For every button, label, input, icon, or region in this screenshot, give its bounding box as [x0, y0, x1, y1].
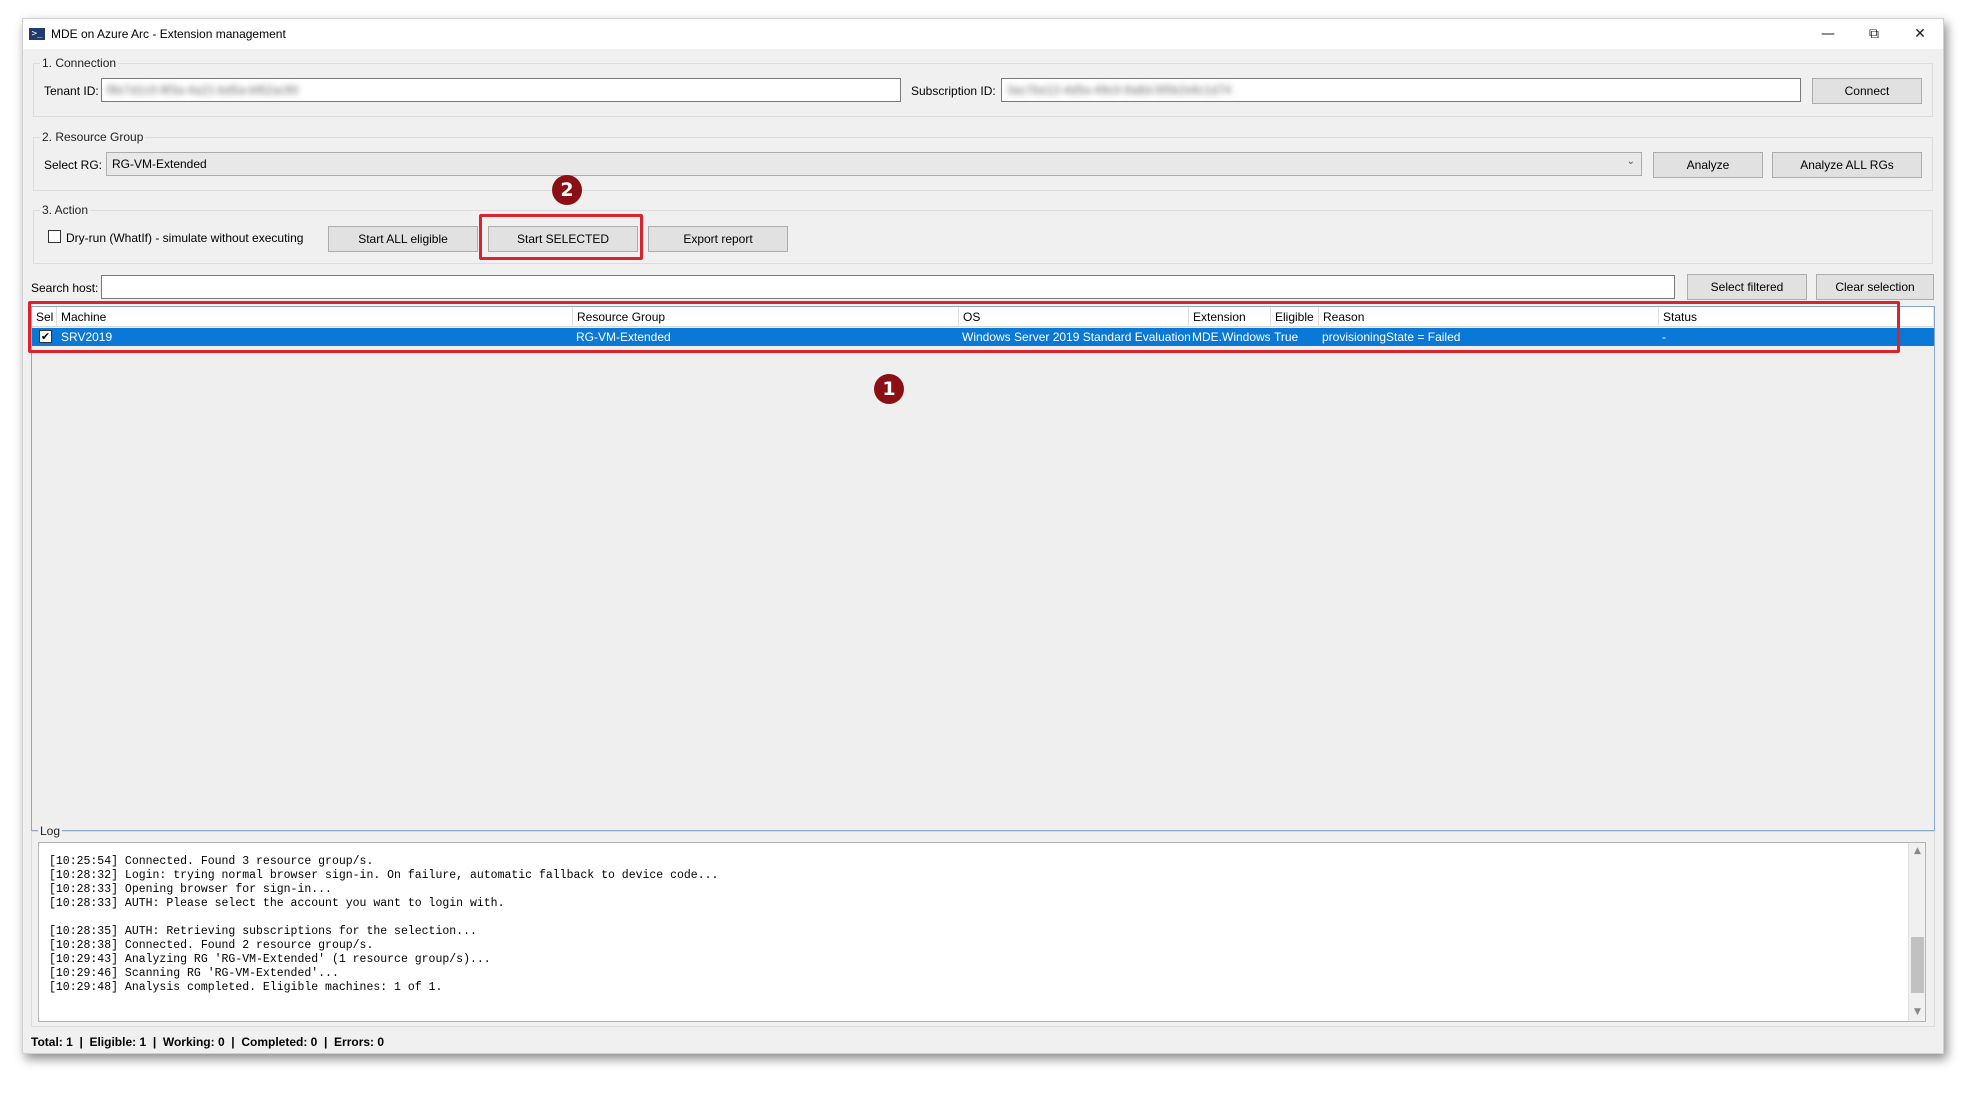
- tenant-id-field[interactable]: f8e7d1c0-9f3a-4a21-bd5a-bf62ac90: [101, 78, 901, 102]
- dryrun-label: Dry-run (WhatIf) - simulate without exec…: [66, 231, 304, 245]
- annotation-badge-2: 2: [552, 175, 582, 205]
- select-rg-label: Select RG:: [44, 158, 103, 172]
- log-line: [10:28:32] Login: trying normal browser …: [49, 869, 719, 882]
- connection-group-label: 1. Connection: [40, 56, 119, 70]
- search-host-input[interactable]: [101, 275, 1675, 299]
- highlight-grid-row: [28, 301, 1900, 353]
- log-line: [10:25:54] Connected. Found 3 resource g…: [49, 855, 374, 868]
- start-all-eligible-button[interactable]: Start ALL eligible: [328, 226, 478, 252]
- tenant-id-value: f8e7d1c0-9f3a-4a21-bd5a-bf62ac90: [107, 83, 299, 97]
- connect-button[interactable]: Connect: [1812, 78, 1922, 104]
- restore-icon[interactable]: ⧉: [1851, 19, 1897, 49]
- analyze-button[interactable]: Analyze: [1653, 152, 1763, 178]
- window-controls: — ⧉ ✕: [1805, 19, 1943, 49]
- powershell-icon: >_: [29, 28, 45, 40]
- subscription-id-label: Subscription ID:: [911, 84, 996, 98]
- status-bar: Total: 1 | Eligible: 1 | Working: 0 | Co…: [31, 1035, 385, 1049]
- rg-select-dropdown[interactable]: RG-VM-Extended ⌄: [106, 152, 1642, 176]
- rg-selected-value: RG-VM-Extended: [112, 157, 207, 171]
- action-group-label: 3. Action: [40, 203, 91, 217]
- action-group: 3. Action Dry-run (WhatIf) - simulate wi…: [33, 203, 1933, 264]
- export-report-button[interactable]: Export report: [648, 226, 788, 252]
- log-line: [10:28:38] Connected. Found 2 resource g…: [49, 939, 374, 952]
- window-title: MDE on Azure Arc - Extension management: [51, 27, 286, 41]
- annotation-badge-1: 1: [874, 374, 904, 404]
- chevron-down-icon: ⌄: [1626, 156, 1635, 167]
- connection-group: 1. Connection Tenant ID: f8e7d1c0-9f3a-4…: [33, 56, 1933, 117]
- scroll-up-icon[interactable]: ▲: [1909, 843, 1926, 860]
- log-line: [10:29:48] Analysis completed. Eligible …: [49, 981, 443, 994]
- close-icon[interactable]: ✕: [1897, 19, 1943, 49]
- scroll-down-icon[interactable]: ▼: [1909, 1004, 1926, 1021]
- clear-selection-button[interactable]: Clear selection: [1816, 274, 1934, 300]
- dryrun-checkbox[interactable]: [48, 230, 61, 243]
- machines-grid[interactable]: Sel Machine Resource Group OS Extension …: [31, 306, 1935, 831]
- log-group: Log [10:25:54] Connected. Found 3 resour…: [31, 824, 1935, 1027]
- log-line: [10:29:46] Scanning RG 'RG-VM-Extended'.…: [49, 967, 339, 980]
- tenant-id-label: Tenant ID:: [44, 84, 99, 98]
- select-filtered-button[interactable]: Select filtered: [1687, 274, 1807, 300]
- analyze-all-rgs-button[interactable]: Analyze ALL RGs: [1772, 152, 1922, 178]
- log-group-label: Log: [38, 824, 63, 838]
- log-content: [10:25:54] Connected. Found 3 resource g…: [49, 855, 718, 995]
- highlight-start-selected: [479, 214, 643, 260]
- app-window: >_ MDE on Azure Arc - Extension manageme…: [22, 18, 1944, 1054]
- resource-group-group-label: 2. Resource Group: [40, 130, 146, 144]
- scroll-thumb[interactable]: [1911, 937, 1924, 993]
- resource-group-group: 2. Resource Group Select RG: RG-VM-Exten…: [33, 130, 1933, 191]
- log-textarea[interactable]: [10:25:54] Connected. Found 3 resource g…: [38, 842, 1926, 1022]
- log-line: [10:28:33] Opening browser for sign-in..…: [49, 883, 332, 896]
- search-host-label: Search host:: [31, 281, 99, 295]
- log-line: [10:28:35] AUTH: Retrieving subscription…: [49, 925, 477, 938]
- title-bar: >_ MDE on Azure Arc - Extension manageme…: [23, 19, 1943, 49]
- minimize-icon[interactable]: —: [1805, 19, 1851, 49]
- subscription-id-field[interactable]: 3ac7be12-4d5e-49c0-9a8d-5f0b2e6c1d74: [1001, 78, 1801, 102]
- log-line: [10:28:33] AUTH: Please select the accou…: [49, 897, 505, 910]
- log-line: [10:29:43] Analyzing RG 'RG-VM-Extended'…: [49, 953, 491, 966]
- subscription-id-value: 3ac7be12-4d5e-49c0-9a8d-5f0b2e6c1d74: [1007, 83, 1232, 97]
- log-scrollbar[interactable]: ▲ ▼: [1908, 843, 1925, 1021]
